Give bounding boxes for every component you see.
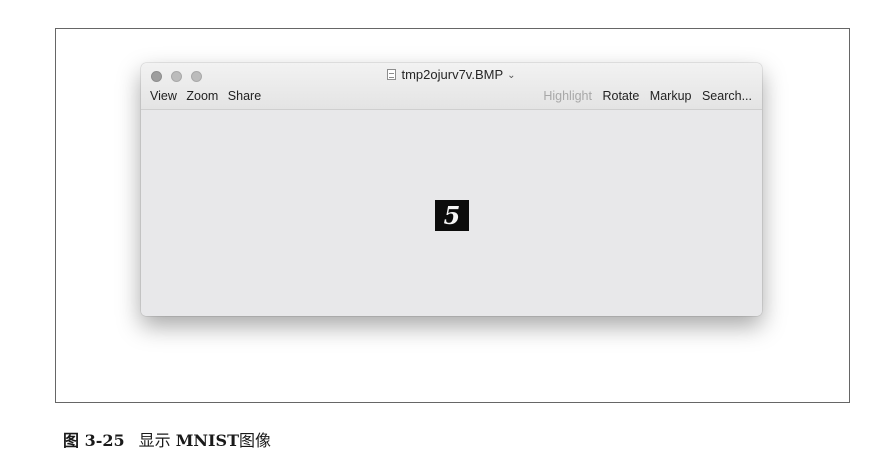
window-title[interactable]: tmp2ojurv7v.BMP ⌄ [141,67,762,82]
caption-suffix: 图像 [239,431,272,450]
figure-caption: 图 3-25 显示 MNIST图像 [63,427,271,451]
chevron-down-icon[interactable]: ⌄ [507,70,515,81]
toolbar-left: View Zoom Share [150,89,267,103]
figure-frame: tmp2ojurv7v.BMP ⌄ View Zoom Share Highlig… [55,28,850,403]
mnist-digit-image: 5 [435,200,469,231]
figure-caption-text: 显示 MNIST图像 [139,431,271,450]
highlight-button: Highlight [543,89,592,103]
doc-icon [387,69,397,80]
caption-bold: MNIST [175,431,239,450]
preview-window: tmp2ojurv7v.BMP ⌄ View Zoom Share Highlig… [141,63,762,316]
search-button[interactable]: Search... [702,89,752,103]
figure-number: 图 3-25 [63,431,125,450]
zoom-menu-button[interactable]: Zoom [186,89,218,103]
markup-button[interactable]: Markup [650,89,692,103]
toolbar-right: Highlight Rotate Markup Search... [536,89,752,103]
caption-prefix: 显示 [138,431,176,450]
image-canvas: 5 [141,110,762,316]
window-title-text: tmp2ojurv7v.BMP [401,67,504,82]
rotate-button[interactable]: Rotate [602,89,639,103]
view-menu-button[interactable]: View [150,89,177,103]
share-menu-button[interactable]: Share [228,89,261,103]
titlebar: tmp2ojurv7v.BMP ⌄ View Zoom Share Highlig… [141,63,762,110]
